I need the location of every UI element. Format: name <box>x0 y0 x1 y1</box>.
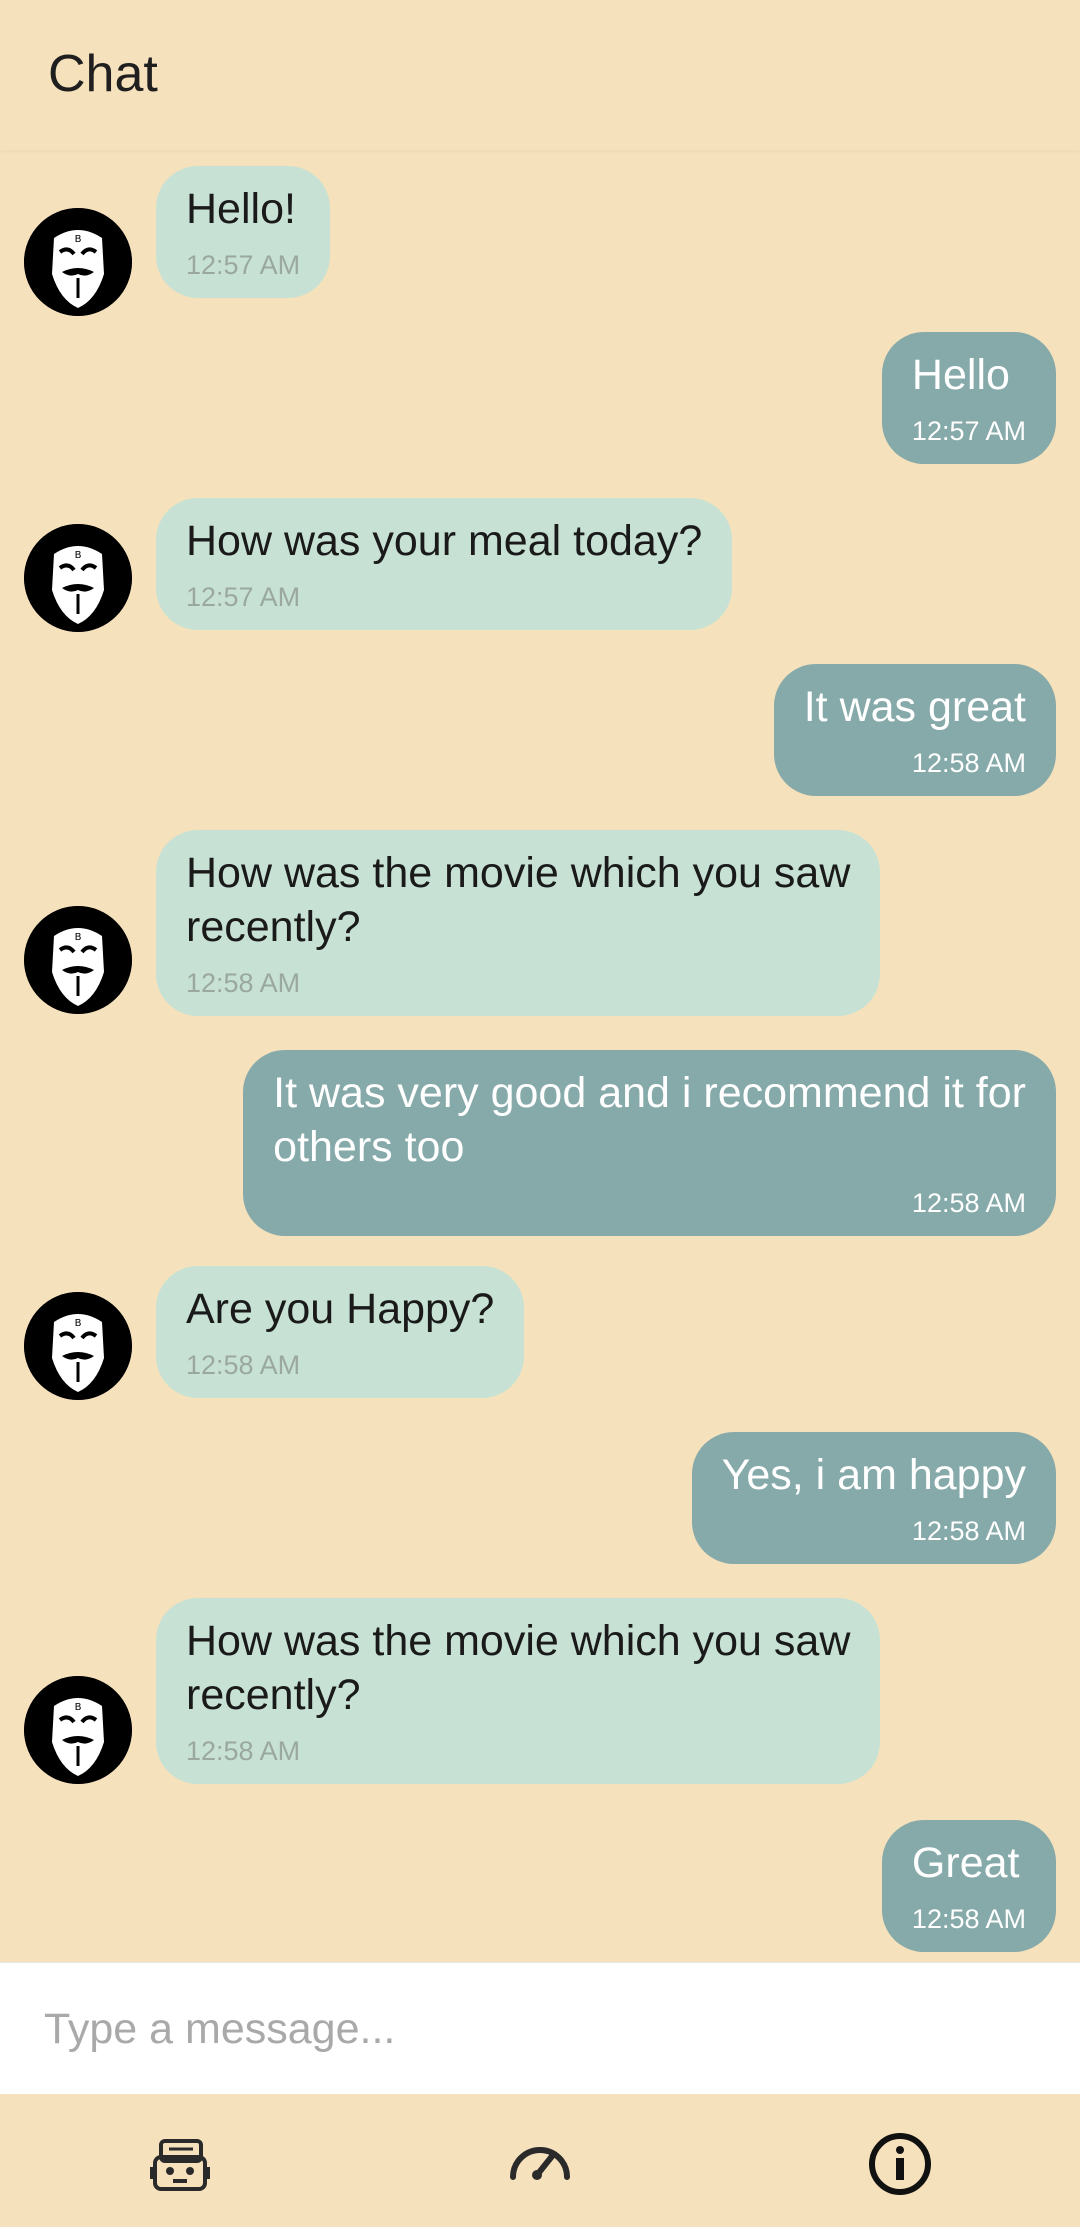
message-bubble-incoming[interactable]: How was the movie which you saw recently… <box>156 830 881 1016</box>
svg-text:B: B <box>75 550 82 561</box>
page-title: Chat <box>48 45 158 103</box>
message-time: 12:58 AM <box>186 1736 301 1766</box>
message-bubble-outgoing[interactable]: Great 12:58 AM <box>881 1820 1056 1952</box>
bot-avatar: B <box>24 906 132 1014</box>
message-bubble-incoming[interactable]: How was your meal today? 12:57 AM <box>156 498 733 630</box>
mask-avatar-icon: B <box>24 1676 132 1784</box>
bottom-navigation <box>0 2094 1080 2227</box>
message-input[interactable] <box>42 1963 1042 2095</box>
message-time: 12:57 AM <box>911 416 1026 446</box>
message-text: Great <box>911 1839 1020 1887</box>
svg-text:B: B <box>75 234 82 245</box>
speedometer-icon <box>510 2147 570 2180</box>
message-bubble-outgoing[interactable]: It was very good and i recommend it for … <box>243 1050 1056 1236</box>
mask-avatar-icon: B <box>24 524 132 632</box>
mask-avatar-icon: B <box>24 1292 132 1400</box>
message-text: How was your meal today? <box>186 517 703 565</box>
message-text: Yes, i am happy <box>721 1451 1026 1499</box>
message-list[interactable]: B Hello! 12:57 AM Hello 12:57 AM B How w… <box>0 150 1080 1962</box>
message-bubble-outgoing[interactable]: Hello 12:57 AM <box>881 332 1056 464</box>
message-text: It was great <box>803 683 1026 731</box>
message-text: It was very good and i recommend it for … <box>273 1069 1026 1171</box>
message-time: 12:58 AM <box>911 748 1026 778</box>
nav-speedometer-button[interactable] <box>500 2124 580 2204</box>
bot-avatar: B <box>24 1676 132 1784</box>
svg-text:B: B <box>75 932 82 943</box>
nav-robot-button[interactable] <box>140 2124 220 2204</box>
nav-info-button[interactable] <box>860 2124 940 2204</box>
svg-text:B: B <box>75 1702 82 1713</box>
message-text: Are you Happy? <box>186 1285 495 1333</box>
app-bar: Chat <box>0 0 1080 150</box>
message-time: 12:58 AM <box>911 1188 1026 1218</box>
message-bubble-incoming[interactable]: Hello! 12:57 AM <box>156 166 331 298</box>
message-time: 12:57 AM <box>186 250 301 280</box>
message-text: Hello! <box>186 185 296 233</box>
message-time: 12:58 AM <box>186 1350 301 1380</box>
message-time: 12:57 AM <box>186 582 301 612</box>
message-bubble-incoming[interactable]: How was the movie which you saw recently… <box>156 1598 881 1784</box>
message-time: 12:58 AM <box>911 1904 1026 1934</box>
mask-avatar-icon: B <box>24 208 132 316</box>
bot-avatar: B <box>24 1292 132 1400</box>
bot-avatar: B <box>24 524 132 632</box>
robot-icon <box>150 2139 210 2191</box>
mask-avatar-icon: B <box>24 906 132 1014</box>
message-text: How was the movie which you saw recently… <box>186 849 851 951</box>
message-bubble-outgoing[interactable]: Yes, i am happy 12:58 AM <box>691 1432 1056 1564</box>
svg-text:B: B <box>75 1318 82 1329</box>
message-bubble-outgoing[interactable]: It was great 12:58 AM <box>773 664 1056 796</box>
message-time: 12:58 AM <box>911 1516 1026 1546</box>
message-bubble-incoming[interactable]: Are you Happy? 12:58 AM <box>156 1266 525 1398</box>
bot-avatar: B <box>24 208 132 316</box>
message-text: Hello <box>911 351 1010 399</box>
composer-bar <box>0 1962 1080 2095</box>
info-icon <box>869 2133 931 2195</box>
message-time: 12:58 AM <box>186 968 301 998</box>
message-text: How was the movie which you saw recently… <box>186 1617 851 1719</box>
